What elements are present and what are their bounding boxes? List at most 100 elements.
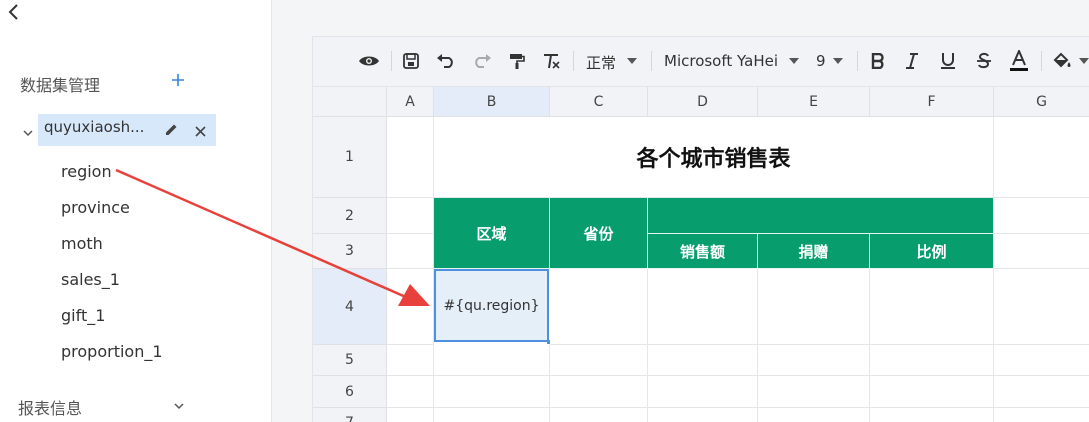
underline-icon[interactable] [937,50,959,72]
cell-g5[interactable] [994,345,1089,376]
column-header-c[interactable]: C [550,87,648,117]
cell-d7[interactable] [648,408,758,422]
cell-a2[interactable] [387,198,434,234]
sidebar: 数据集管理 quyuxiaosh... region province moth… [0,0,272,422]
cell-g3[interactable] [994,234,1089,269]
cell-d6[interactable] [648,376,758,408]
column-header-f[interactable]: F [870,87,994,117]
bold-icon[interactable] [867,50,889,72]
toolbar-divider [857,51,858,71]
header-sales-cell[interactable]: 销售额 [648,234,758,269]
cell-g1[interactable] [994,117,1089,198]
format-painter-icon[interactable] [507,50,527,72]
fill-color-icon[interactable] [1051,50,1073,72]
column-header-e[interactable]: E [758,87,870,117]
column-header-g[interactable]: G [994,87,1089,117]
chevron-down-icon[interactable] [787,50,801,72]
report-designer: 数据集管理 quyuxiaosh... region province moth… [0,0,1089,422]
row-header-4[interactable]: 4 [313,269,387,345]
header-ratio-cell[interactable]: 比例 [870,234,994,269]
cell-e4[interactable] [758,269,870,345]
cell-a4[interactable] [387,269,434,345]
back-arrow-icon[interactable] [6,2,22,22]
preview-icon[interactable] [357,50,381,72]
cell-a5[interactable] [387,345,434,376]
strikethrough-icon[interactable] [973,50,995,72]
main-area: 正常 Microsoft YaHei 9 A B C D E F G 1 2 3… [272,0,1089,422]
italic-icon[interactable] [901,50,923,72]
undo-icon[interactable] [435,50,457,72]
field-item-gift[interactable]: gift_1 [61,306,105,325]
header-gift-cell[interactable]: 捐赠 [758,234,870,269]
edit-pencil-icon[interactable] [164,122,179,137]
cell-a1[interactable] [387,117,434,198]
cell-f6[interactable] [870,376,994,408]
font-family-select[interactable]: Microsoft YaHei [664,52,778,70]
format-select[interactable]: 正常 [586,52,616,73]
cell-c7[interactable] [550,408,648,422]
cell-e7[interactable] [758,408,870,422]
cell-g6[interactable] [994,376,1089,408]
toolbar-divider [391,51,392,71]
cell-c4[interactable] [550,269,648,345]
report-info-title[interactable]: 报表信息 [18,395,82,419]
row-header-5[interactable]: 5 [313,345,387,376]
toolbar-divider [1041,51,1042,71]
cell-f4[interactable] [870,269,994,345]
toolbar-divider [651,51,652,71]
field-item-sales[interactable]: sales_1 [61,270,120,289]
cell-g4[interactable] [994,269,1089,345]
dataset-name[interactable]: quyuxiaosh... [44,118,156,136]
cell-a6[interactable] [387,376,434,408]
cell-e5[interactable] [758,345,870,376]
row-header-7[interactable]: 7 [313,408,387,422]
cell-b7[interactable] [434,408,550,422]
chevron-down-icon[interactable] [625,50,639,72]
cell-b5[interactable] [434,345,550,376]
field-item-region[interactable]: region [61,162,112,181]
field-item-moth[interactable]: moth [61,234,103,253]
toolbar: 正常 Microsoft YaHei 9 [313,37,1089,87]
header-province-cell[interactable]: 省份 [550,198,648,269]
row-header-2[interactable]: 2 [313,198,387,234]
chevron-down-icon[interactable] [1077,50,1089,72]
column-header-b[interactable]: B [434,87,550,117]
cell-g7[interactable] [994,408,1089,422]
header-merged-cell[interactable] [648,198,994,234]
cell-c6[interactable] [550,376,648,408]
field-item-province[interactable]: province [61,198,130,217]
row-header-3[interactable]: 3 [313,234,387,269]
chevron-down-icon[interactable] [22,124,34,137]
column-header-d[interactable]: D [648,87,758,117]
dataset-management-title: 数据集管理 [20,76,101,95]
column-header-a[interactable]: A [387,87,434,117]
cell-g2[interactable] [994,198,1089,234]
cell-d5[interactable] [648,345,758,376]
cell-c5[interactable] [550,345,648,376]
sheet-grid: A B C D E F G 1 2 3 4 5 6 7 各个城市销售表 [313,87,1089,422]
row-header-6[interactable]: 6 [313,376,387,408]
save-icon[interactable] [401,50,421,72]
font-size-select[interactable]: 9 [816,52,826,70]
cell-f5[interactable] [870,345,994,376]
cell-b6[interactable] [434,376,550,408]
active-cell-b4[interactable]: #{qu.region} [434,269,549,342]
font-color-icon[interactable] [1007,50,1031,72]
toolbar-divider [573,51,574,71]
redo-icon[interactable] [471,50,493,72]
cell-a7[interactable] [387,408,434,422]
add-dataset-icon[interactable] [170,72,186,88]
row-header-1[interactable]: 1 [313,117,387,198]
clear-format-icon[interactable] [541,50,561,72]
field-item-proportion[interactable]: proportion_1 [61,342,163,361]
cell-e6[interactable] [758,376,870,408]
header-region-cell[interactable]: 区域 [434,198,550,269]
cell-f7[interactable] [870,408,994,422]
chevron-down-icon[interactable] [831,50,845,72]
select-all-corner[interactable] [313,87,387,117]
cell-d4[interactable] [648,269,758,345]
cell-a3[interactable] [387,234,434,269]
report-title-cell[interactable]: 各个城市销售表 [434,117,994,198]
delete-close-icon[interactable] [194,123,207,137]
chevron-down-icon[interactable] [172,398,186,412]
